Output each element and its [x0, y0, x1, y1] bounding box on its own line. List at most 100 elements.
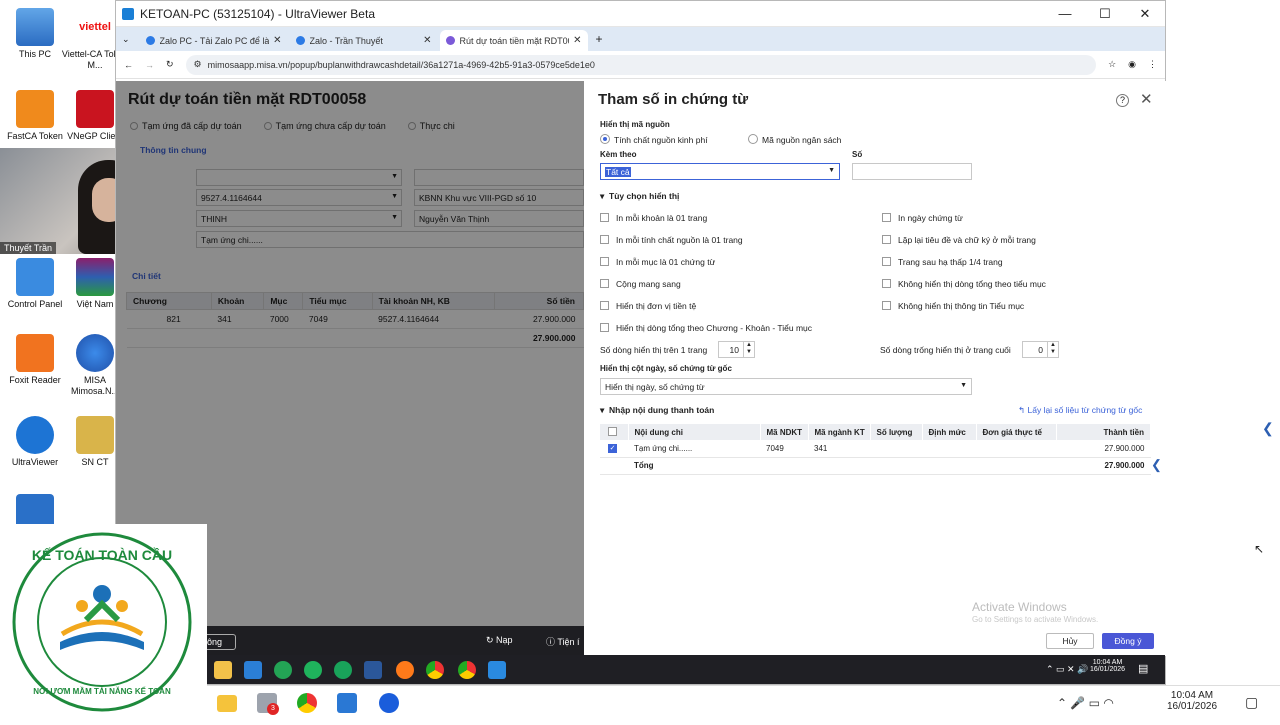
dropdown-icon: ▼ [960, 382, 967, 389]
checkbox[interactable] [882, 279, 891, 288]
checkbox[interactable] [600, 323, 609, 332]
mail-icon[interactable] [244, 661, 262, 679]
checkbox[interactable] [882, 301, 891, 310]
tab-zalo-chat[interactable]: Zalo - Trần Thuyết ✕ [290, 30, 438, 51]
ultraviewer-taskbar-icon[interactable] [488, 661, 506, 679]
close-tab-icon[interactable]: ✕ [573, 35, 581, 46]
chrome-icon[interactable] [426, 661, 444, 679]
remote-clock[interactable]: 10:04 AM 16/01/2026 [1090, 659, 1125, 673]
blank-rows-stepper[interactable]: ▲ ▼ [1048, 341, 1059, 358]
window-title: KETOAN-PC (53125104) - UltraViewer Beta [140, 6, 375, 21]
checkbox[interactable] [882, 257, 891, 266]
close-tab-icon[interactable]: ✕ [423, 35, 431, 46]
menu-icon[interactable]: ⋮ [1148, 59, 1157, 70]
file-explorer-icon[interactable] [217, 695, 237, 712]
activate-windows-watermark: Activate Windows [972, 600, 1067, 614]
option-label: Không hiển thị thông tin Tiểu mục [898, 301, 1025, 311]
chevron-down-icon: ▾ [600, 191, 605, 201]
reload-from-source-link[interactable]: ↰ Lấy lại số liệu từ chứng từ gốc [1018, 405, 1142, 416]
row-checkbox[interactable]: ✓ [608, 444, 617, 454]
table-header: Nội dung chi Mã NDKT Mã ngành KT Số lượn… [600, 424, 1151, 440]
forward-icon[interactable]: → [145, 60, 154, 70]
source-option-1-radio[interactable] [600, 134, 610, 144]
reload-icon[interactable]: ↻ [166, 59, 174, 70]
url-input[interactable]: ⚙ mimosaapp.misa.vn/popup/buplanwithdrawc… [185, 54, 1097, 75]
total-label: Tổng [628, 457, 760, 475]
activate-windows-subtext: Go to Settings to activate Windows. [972, 615, 1099, 624]
close-icon[interactable]: ✕ [1140, 90, 1153, 108]
zoom-icon[interactable] [379, 693, 399, 713]
back-icon[interactable]: ← [124, 60, 133, 70]
tab-misa[interactable]: Rút dự toán tiền mặt RDT0005...✕ [439, 30, 588, 51]
file-explorer-icon[interactable] [214, 661, 232, 679]
checkbox[interactable] [600, 257, 609, 266]
side-panel-arrow-icon[interactable]: ❮ [1262, 420, 1274, 442]
checkbox[interactable] [600, 235, 609, 244]
cell[interactable] [976, 440, 1056, 458]
checkbox[interactable] [600, 213, 609, 222]
option-label: Không hiển thị dòng tổng theo tiểu mục [898, 279, 1046, 289]
row-select: ✓ [600, 440, 628, 458]
local-clock[interactable]: 10:04 AM 16/01/2026 [1167, 690, 1217, 712]
cancel-button[interactable]: Hủy [1046, 633, 1094, 649]
reload-button[interactable]: ↻ Nạp [486, 635, 513, 646]
col-unit-price: Đơn giá thực tế [976, 424, 1057, 440]
ultraviewer-taskbar-icon[interactable] [337, 693, 357, 713]
local-taskbar: 3 ⌃ 🎤 ▭ ◠ 10:04 AM 16/01/2026 ▢ [207, 685, 1280, 720]
url-text: mimosaapp.misa.vn/popup/buplanwithdrawca… [207, 59, 595, 70]
checkbox[interactable] [600, 301, 609, 310]
new-tab-icon[interactable]: + [596, 32, 603, 46]
app-icon[interactable] [274, 661, 292, 679]
minimize-button[interactable]: — [1045, 6, 1085, 22]
tab-list-icon[interactable]: ⌄ [122, 34, 130, 45]
word-icon[interactable] [364, 661, 382, 679]
checkbox[interactable] [600, 279, 609, 288]
date-col-label: Hiển thị cột ngày, số chứng từ gốc [600, 364, 732, 373]
help-icon[interactable]: ? [1116, 94, 1129, 107]
display-options-toggle[interactable]: ▾ Tùy chọn hiển thị [600, 191, 679, 202]
blank-rows-input[interactable]: 0 [1022, 341, 1048, 358]
tray-icons[interactable]: ⌃ ▭ ✕ 🔊 [1046, 664, 1088, 675]
tab-zalo-pc[interactable]: Zalo PC - Tải Zalo PC để làm việc✕ [140, 30, 288, 51]
utilities-button[interactable]: ⓘ Tiện í [546, 635, 580, 648]
browser-tabs: ⌄ Zalo PC - Tải Zalo PC để làm việc✕ Zal… [116, 27, 1165, 51]
payment-section-toggle[interactable]: ▾ Nhập nội dung thanh toán [600, 405, 714, 416]
app-icon[interactable] [334, 661, 352, 679]
mouse-cursor-icon: ↖ [1254, 542, 1265, 556]
table-total-row: Tổng 27.900.000 [600, 457, 1151, 475]
date-col-select[interactable]: Hiển thị ngày, số chứng từ ▼ [600, 378, 972, 395]
table-row[interactable]: ✓ Tạm ứng chi...... 7049 341 27.900.000 [600, 440, 1151, 458]
source-option-2-radio[interactable] [748, 134, 758, 144]
close-button[interactable]: ✕ [1125, 6, 1165, 22]
cell[interactable] [870, 440, 922, 458]
rows-per-page-input[interactable]: 10 [718, 341, 744, 358]
select-all-checkbox[interactable] [608, 426, 617, 436]
checkbox[interactable] [882, 213, 891, 222]
firefox-icon[interactable] [396, 661, 414, 679]
cell[interactable] [922, 440, 976, 458]
ultraviewer-icon [122, 7, 134, 20]
bookmark-icon[interactable]: ☆ [1108, 59, 1116, 70]
tray-icons[interactable]: ⌃ 🎤 ▭ ◠ [1057, 696, 1114, 710]
misa-icon [445, 36, 455, 45]
app-icon[interactable] [304, 661, 322, 679]
logo-bottom-text: NƠI ƯƠM MẦM TÀI NĂNG KẾ TOÁN [33, 686, 171, 696]
panel-collapse-icon[interactable]: ❮ [1151, 457, 1162, 473]
notification-icon[interactable]: ▤ [1138, 662, 1148, 675]
rows-per-page-stepper[interactable]: ▲ ▼ [744, 341, 755, 358]
chrome-icon[interactable] [458, 661, 476, 679]
payment-table: Nội dung chi Mã NDKT Mã ngành KT Số lượn… [600, 424, 1151, 475]
site-info-icon[interactable]: ⚙ [194, 59, 202, 70]
number-input[interactable] [852, 163, 972, 180]
chrome-icon[interactable] [297, 693, 317, 713]
maximize-button[interactable]: ☐ [1085, 6, 1125, 22]
ok-button[interactable]: Đồng ý [1102, 633, 1154, 649]
source-option-2-label: Mã nguồn ngân sách [762, 135, 842, 145]
close-tab-icon[interactable]: ✕ [273, 35, 281, 46]
ultraviewer-window: KETOAN-PC (53125104) - UltraViewer Beta … [115, 0, 1166, 685]
checkbox[interactable] [882, 235, 891, 244]
col-industry: Mã ngành KT [808, 424, 871, 440]
notification-icon[interactable]: ▢ [1245, 694, 1258, 711]
attach-select[interactable]: Tất cả ▼ [600, 163, 840, 180]
profile-icon[interactable]: ◉ [1128, 59, 1136, 70]
